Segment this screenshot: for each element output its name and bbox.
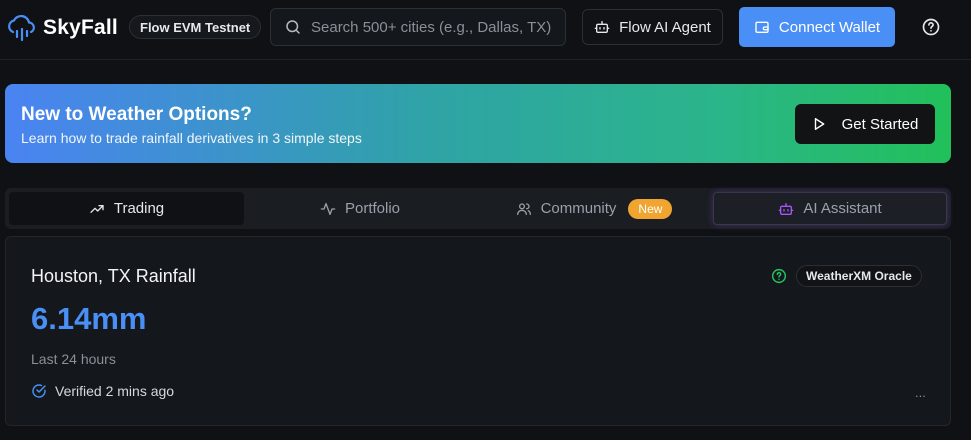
connect-wallet-button[interactable]: Connect Wallet xyxy=(739,7,895,47)
tab-portfolio-label: Portfolio xyxy=(344,200,401,217)
rainfall-period: Last 24 hours xyxy=(31,351,116,367)
oracle-badge: WeatherXM Oracle xyxy=(796,265,922,287)
banner-subtitle: Learn how to trade rainfall derivatives … xyxy=(21,130,362,146)
tab-portfolio[interactable]: Portfolio xyxy=(245,192,475,225)
help-circle-icon[interactable] xyxy=(771,268,787,284)
wallet-icon xyxy=(755,21,769,33)
rainfall-amount: 6.14mm xyxy=(31,301,147,336)
brand-name: SkyFall xyxy=(43,16,118,39)
more-options-button[interactable]: ... xyxy=(915,385,926,400)
tab-ai-assistant[interactable]: AI Assistant xyxy=(713,192,947,225)
activity-icon xyxy=(320,202,336,215)
play-icon xyxy=(814,118,825,130)
verified-text: Verified 2 mins ago xyxy=(55,383,175,399)
top-header: SkyFall Flow EVM Testnet Flow AI Agent C… xyxy=(0,0,971,60)
connect-wallet-label: Connect Wallet xyxy=(778,18,881,36)
tab-trading[interactable]: Trading xyxy=(9,192,244,225)
onboarding-banner: New to Weather Options? Learn how to tra… xyxy=(5,84,951,163)
tab-ai-assistant-label: AI Assistant xyxy=(803,200,882,217)
tab-trading-label: Trading xyxy=(113,200,165,217)
new-badge: New xyxy=(628,198,673,219)
network-badge: Flow EVM Testnet xyxy=(129,15,262,39)
search-box[interactable] xyxy=(270,8,566,46)
cloud-rain-logo-icon xyxy=(8,14,35,42)
tab-community[interactable]: Community New xyxy=(477,192,711,225)
users-icon xyxy=(516,202,531,215)
search-input[interactable] xyxy=(311,18,551,36)
main-tabs: Trading Portfolio Community New AI Assis… xyxy=(5,188,951,229)
tab-community-label: Community xyxy=(540,200,617,217)
card-title: Houston, TX Rainfall xyxy=(31,266,196,286)
rainfall-card: Houston, TX Rainfall WeatherXM Oracle 6.… xyxy=(5,236,951,426)
verified-status: Verified 2 mins ago xyxy=(31,383,174,399)
get-started-button[interactable]: Get Started xyxy=(795,104,935,144)
flow-ai-agent-label: Flow AI Agent xyxy=(619,18,711,36)
flow-ai-agent-button[interactable]: Flow AI Agent xyxy=(582,9,723,45)
get-started-label: Get Started xyxy=(841,115,919,133)
robot-icon xyxy=(594,21,610,33)
search-icon xyxy=(286,20,300,34)
help-circle-icon[interactable] xyxy=(921,17,941,37)
brand-logo[interactable]: SkyFall xyxy=(6,12,118,44)
banner-title: New to Weather Options? xyxy=(21,104,252,125)
trending-up-icon xyxy=(90,204,104,213)
robot-icon xyxy=(778,202,794,215)
check-circle-icon xyxy=(32,384,46,398)
